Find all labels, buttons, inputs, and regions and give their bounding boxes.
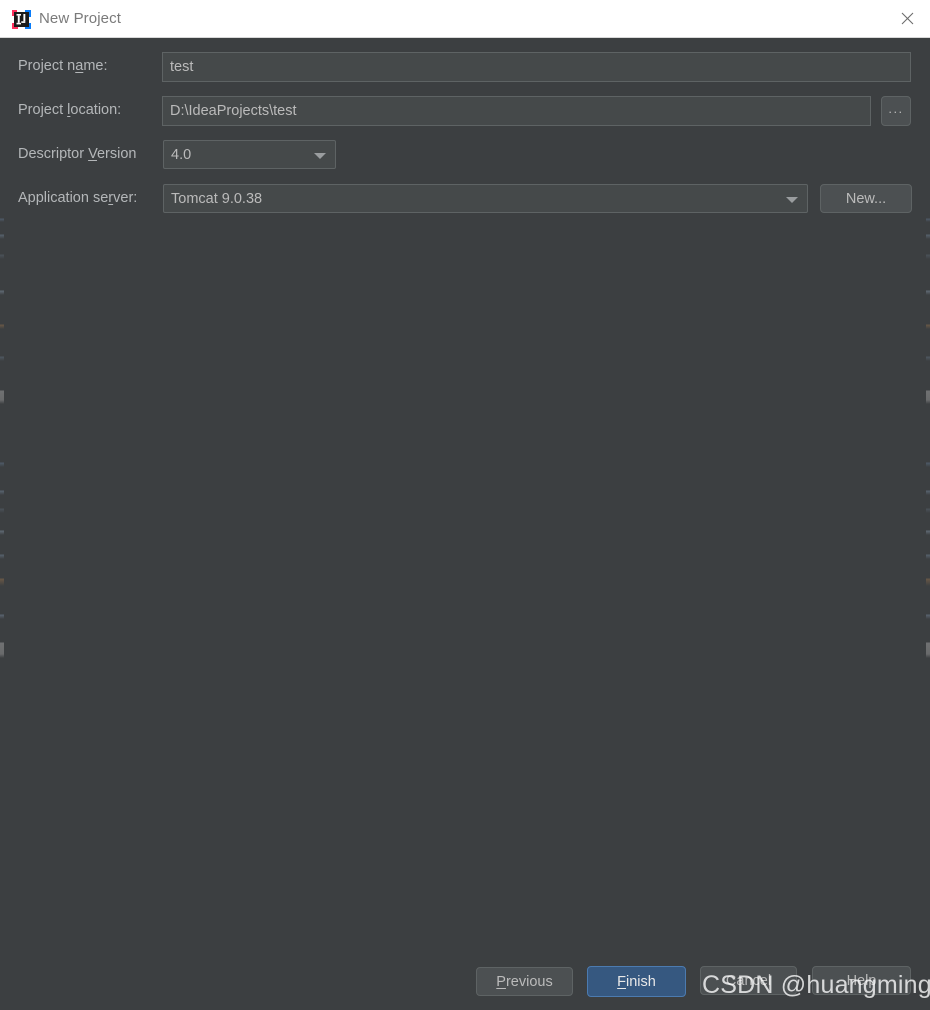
- finish-button[interactable]: Finish: [587, 966, 686, 997]
- project-location-label: Project location:: [18, 102, 122, 118]
- chevron-down-icon: [786, 196, 798, 203]
- window-title: New Project: [39, 10, 121, 27]
- help-button[interactable]: Help: [812, 966, 911, 995]
- new-project-dialog: New Project Project name: test Project l…: [0, 0, 930, 1010]
- project-name-label: Project name:: [18, 58, 108, 74]
- window-edge-artifact-right: [926, 38, 930, 1010]
- close-icon[interactable]: [884, 0, 930, 37]
- application-server-label: Application server:: [18, 190, 138, 206]
- new-server-button[interactable]: New...: [820, 184, 912, 213]
- project-location-input[interactable]: D:\IdeaProjects\test: [162, 96, 871, 126]
- application-server-value: Tomcat 9.0.38: [171, 190, 263, 207]
- title-bar: New Project: [0, 0, 930, 38]
- descriptor-version-value: 4.0: [171, 146, 192, 163]
- previous-button[interactable]: Previous: [476, 967, 573, 996]
- descriptor-version-select[interactable]: 4.0: [163, 140, 336, 169]
- descriptor-version-label: Descriptor Version: [18, 146, 137, 162]
- project-name-input[interactable]: test: [162, 52, 911, 82]
- cancel-button[interactable]: Cancel: [700, 966, 797, 995]
- browse-location-button[interactable]: ...: [881, 96, 911, 126]
- intellij-idea-icon: [11, 9, 32, 30]
- chevron-down-icon: [314, 152, 326, 159]
- window-edge-artifact-left: [0, 38, 4, 1010]
- application-server-select[interactable]: Tomcat 9.0.38: [163, 184, 808, 213]
